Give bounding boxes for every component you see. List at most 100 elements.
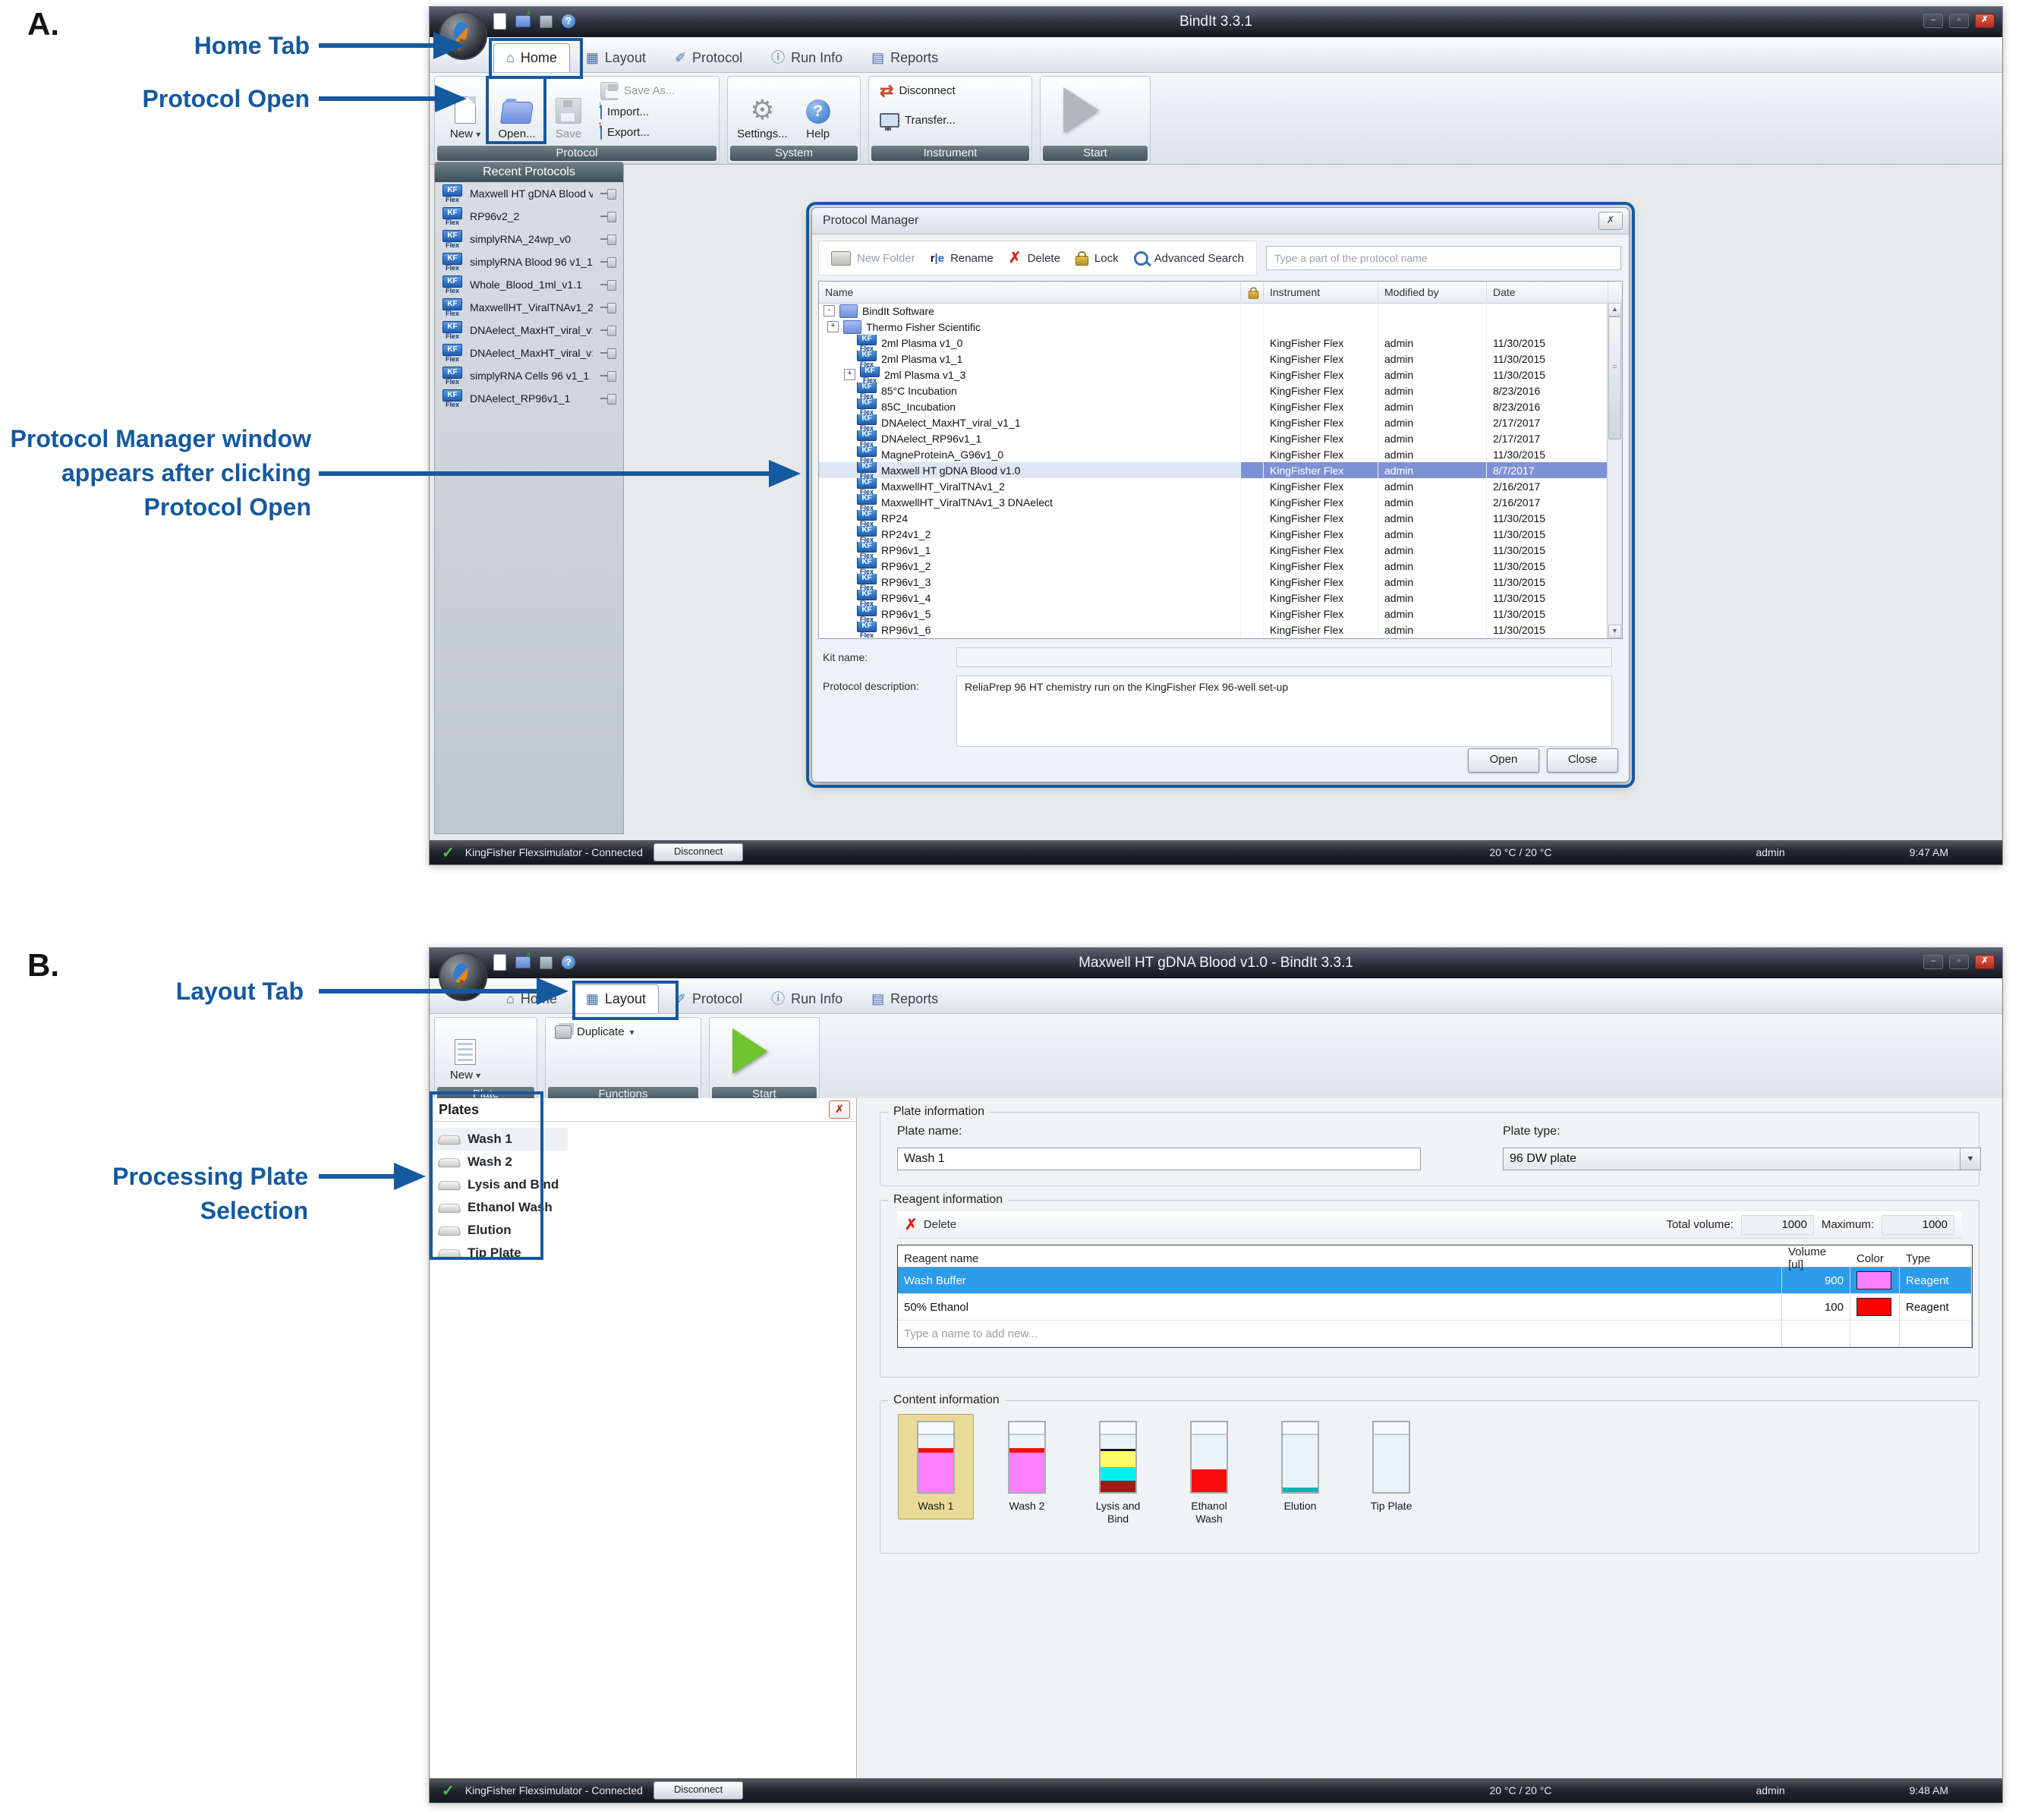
plate-type-select[interactable]: 96 DW plate ▼: [1503, 1148, 1981, 1170]
kingfisher-logo[interactable]: [439, 11, 487, 60]
panel-close-icon[interactable]: ✗: [829, 1101, 850, 1119]
content-plate-card[interactable]: Lysis and Bind: [1085, 1421, 1151, 1526]
new-protocol-button[interactable]: New ▾: [444, 81, 487, 140]
recent-protocol-item[interactable]: KFFlexsimplyRNA_24wp_v0: [435, 228, 623, 250]
protocol-row[interactable]: KFFlexMaxwellHT_ViralTNAv1_2KingFisher F…: [819, 478, 1608, 494]
restore-button[interactable]: ▫: [1949, 955, 1969, 969]
save-icon[interactable]: [540, 15, 553, 28]
tab-layout[interactable]: ▦Layout: [573, 43, 659, 72]
disconnect-ribbon-button[interactable]: ⇄ Disconnect: [880, 81, 956, 100]
tab-reports[interactable]: ▤Reports: [858, 984, 951, 1013]
pin-icon[interactable]: [600, 394, 617, 403]
settings-button[interactable]: ⚙ Settings...: [737, 81, 788, 140]
protocol-row[interactable]: KFFlex2ml Plasma v1_1KingFisher Flexadmi…: [819, 351, 1608, 367]
recent-protocol-item[interactable]: KFFlexDNAelect_RP96v1_1: [435, 387, 623, 410]
recent-protocol-item[interactable]: KFFlexDNAelect_MaxHT_viral_v1_1: [435, 342, 623, 364]
reagent-color-swatch[interactable]: [1857, 1298, 1891, 1316]
disconnect-statusbar-button[interactable]: Disconnect: [653, 843, 743, 861]
kit-name-field[interactable]: [956, 647, 1612, 667]
recent-protocol-item[interactable]: KFFlexMaxwellHT_ViralTNAv1_2: [435, 296, 623, 319]
column-instrument[interactable]: Instrument: [1264, 282, 1378, 303]
protocol-row[interactable]: KFFlexMaxwellHT_ViralTNAv1_3 DNAelectKin…: [819, 494, 1608, 510]
dialog-open-button[interactable]: Open: [1468, 748, 1539, 773]
minimize-button[interactable]: ‒: [1923, 955, 1943, 969]
start-run-button[interactable]: [732, 1028, 767, 1074]
pin-icon[interactable]: [600, 189, 617, 198]
rename-button[interactable]: r|e Rename: [931, 252, 994, 265]
plate-list-item[interactable]: Wash 1: [430, 1128, 568, 1151]
restore-button[interactable]: ▫: [1949, 14, 1969, 28]
start-run-button[interactable]: [1063, 87, 1098, 133]
reagent-row[interactable]: Wash Buffer900Reagent: [898, 1267, 1972, 1294]
new-document-icon[interactable]: [493, 954, 506, 971]
protocol-row[interactable]: KFFlexRP96v1_6KingFisher Flexadmin11/30/…: [819, 622, 1608, 638]
chevron-down-icon[interactable]: ▼: [1960, 1148, 1980, 1170]
help-button[interactable]: ? Help: [797, 81, 839, 140]
tab-protocol[interactable]: ✐Protocol: [662, 43, 755, 72]
save-icon[interactable]: [540, 956, 553, 969]
export-button[interactable]: ↑ Export...: [600, 123, 676, 142]
protocol-search-input[interactable]: Type a part of the protocol name: [1266, 246, 1621, 270]
transfer-button[interactable]: Transfer...: [880, 111, 956, 130]
reagent-color-swatch[interactable]: [1857, 1271, 1891, 1289]
protocol-row[interactable]: KFFlexRP96v1_1KingFisher Flexadmin11/30/…: [819, 542, 1608, 558]
reagent-delete-button[interactable]: ✗ Delete: [905, 1217, 956, 1233]
pin-icon[interactable]: [600, 280, 617, 289]
duplicate-button[interactable]: Duplicate ▾: [555, 1022, 635, 1041]
plate-list-item[interactable]: Tip Plate: [430, 1242, 856, 1264]
column-name[interactable]: Name: [819, 282, 1241, 303]
disconnect-statusbar-button[interactable]: Disconnect: [653, 1781, 743, 1800]
protocol-row[interactable]: KFFlex85C_IncubationKingFisher Flexadmin…: [819, 398, 1608, 414]
tab-run-info[interactable]: ⓘRun Info: [758, 43, 855, 72]
pin-icon[interactable]: [600, 212, 617, 221]
save-protocol-button[interactable]: Save: [547, 81, 590, 140]
pin-icon[interactable]: [600, 326, 617, 335]
protocol-row[interactable]: KFFlexRP24v1_2KingFisher Flexadmin11/30/…: [819, 526, 1608, 542]
protocol-row[interactable]: KFFlex85°C IncubationKingFisher Flexadmi…: [819, 383, 1608, 398]
save-as-button[interactable]: Save As...: [600, 81, 676, 100]
import-button[interactable]: ↓ Import...: [600, 102, 676, 121]
protocol-description-field[interactable]: ReliaPrep 96 HT chemistry run on the Kin…: [956, 675, 1612, 747]
tab-run-info[interactable]: ⓘRun Info: [758, 984, 855, 1013]
protocol-row[interactable]: KFFlexDNAelect_MaxHT_viral_v1_1KingFishe…: [819, 414, 1608, 430]
protocol-row[interactable]: KFFlexMaxwell HT gDNA Blood v1.0KingFish…: [819, 462, 1608, 478]
open-protocol-button[interactable]: Open...: [496, 81, 538, 140]
pin-icon[interactable]: [600, 303, 617, 312]
pin-icon[interactable]: [600, 348, 617, 357]
protocol-row[interactable]: KFFlexRP96v1_5KingFisher Flexadmin11/30/…: [819, 606, 1608, 622]
new-document-icon[interactable]: [493, 13, 506, 30]
protocol-row[interactable]: +Thermo Fisher Scientific: [819, 319, 1608, 335]
recent-protocol-item[interactable]: KFFlexRP96v2_2: [435, 205, 623, 228]
recent-protocol-item[interactable]: KFFlexDNAelect_MaxHT_viral_v1_2: [435, 319, 623, 342]
tree-expand-icon[interactable]: +: [844, 369, 855, 380]
plate-name-input[interactable]: [897, 1148, 1421, 1170]
pin-icon[interactable]: [600, 257, 617, 266]
content-plate-card[interactable]: Elution: [1268, 1421, 1333, 1513]
pin-icon[interactable]: [600, 371, 617, 380]
plate-list-item[interactable]: Lysis and Bind: [430, 1173, 856, 1196]
tab-protocol[interactable]: ✐Protocol: [662, 984, 755, 1013]
scroll-down-icon[interactable]: ▼: [1608, 625, 1621, 638]
new-plate-button[interactable]: New ▾: [444, 1022, 487, 1082]
tab-home[interactable]: ⌂Home: [493, 984, 570, 1013]
tab-layout[interactable]: ▦Layout: [573, 984, 659, 1013]
help-icon[interactable]: ?: [562, 14, 575, 28]
tree-expand-icon[interactable]: -: [824, 305, 835, 316]
content-plate-card[interactable]: Wash 1: [898, 1414, 974, 1519]
protocol-row[interactable]: +KFFlex2ml Plasma v1_3KingFisher Flexadm…: [819, 367, 1608, 383]
reagent-row[interactable]: 50% Ethanol100Reagent: [898, 1294, 1972, 1321]
close-button[interactable]: ✗: [1975, 14, 1995, 28]
protocol-row[interactable]: KFFlexRP96v1_3KingFisher Flexadmin11/30/…: [819, 574, 1608, 590]
new-folder-button[interactable]: New Folder: [831, 251, 915, 266]
dialog-close-button[interactable]: Close: [1547, 748, 1618, 773]
tree-expand-icon[interactable]: +: [827, 321, 839, 332]
protocol-row[interactable]: KFFlexRP96v1_2KingFisher Flexadmin11/30/…: [819, 558, 1608, 574]
recent-protocol-item[interactable]: KFFlexsimplyRNA Cells 96 v1_1: [435, 364, 623, 387]
tab-reports[interactable]: ▤Reports: [858, 43, 951, 72]
plate-list-item[interactable]: Elution: [430, 1219, 856, 1242]
protocol-row[interactable]: KFFlexMagneProteinA_G96v1_0KingFisher Fl…: [819, 446, 1608, 462]
open-import-icon[interactable]: [515, 956, 531, 968]
protocol-row[interactable]: KFFlexRP24KingFisher Flexadmin11/30/2015: [819, 510, 1608, 526]
reagent-add-row[interactable]: Type a name to add new...: [898, 1321, 1972, 1347]
column-modified-by[interactable]: Modified by: [1378, 282, 1487, 303]
